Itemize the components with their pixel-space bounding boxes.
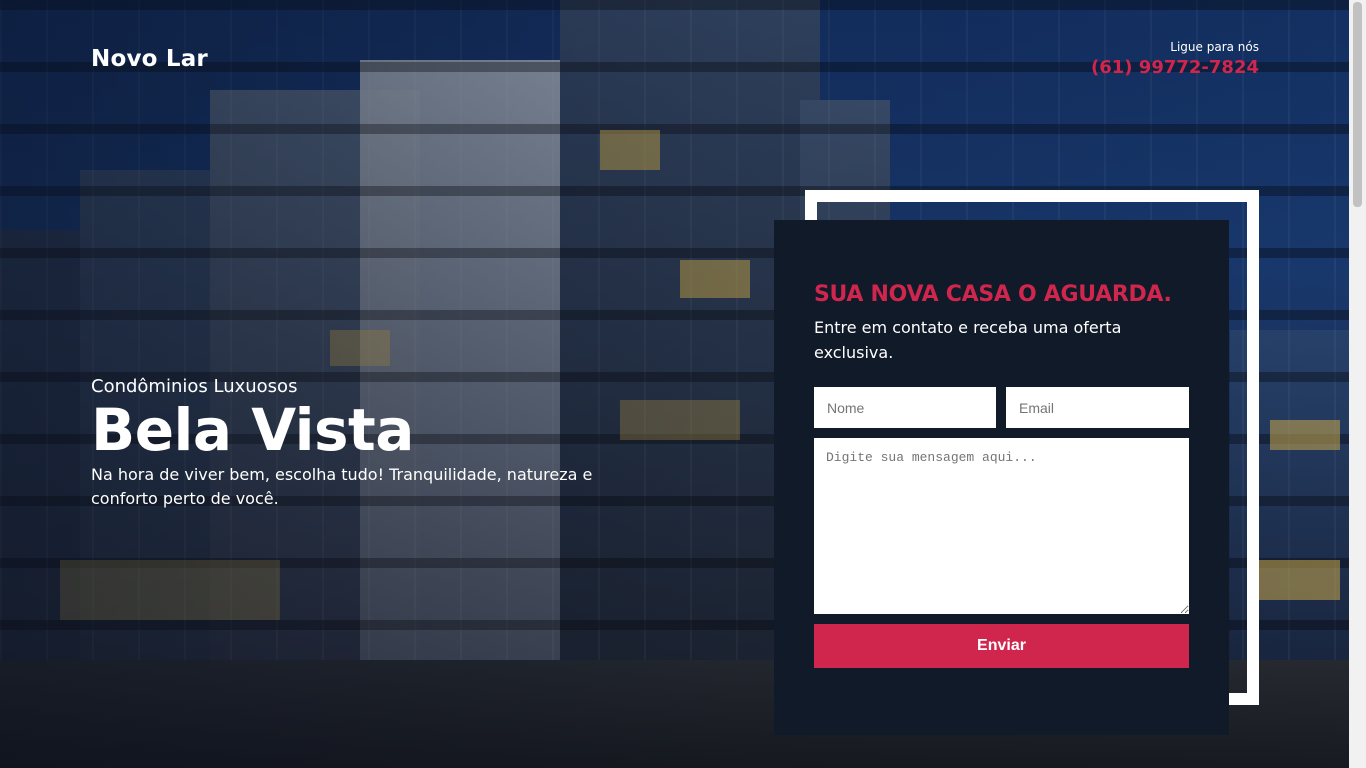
form-title: SUA NOVA CASA O AGUARDA. bbox=[814, 282, 1172, 307]
message-textarea[interactable] bbox=[814, 438, 1189, 614]
email-input[interactable] bbox=[1006, 387, 1189, 428]
phone-number-link[interactable]: (61) 99772-7824 bbox=[1091, 57, 1259, 78]
site-logo[interactable]: Novo Lar bbox=[91, 46, 208, 72]
call-contact: Ligue para nós (61) 99772-7824 bbox=[1091, 40, 1259, 78]
hero-title: Bela Vista bbox=[91, 396, 414, 464]
form-subtitle: Entre em contato e receba uma oferta exc… bbox=[814, 318, 1122, 362]
contact-form-card: SUA NOVA CASA O AGUARDA. Entre em contat… bbox=[774, 220, 1229, 735]
hero-kicker: Condôminios Luxuosos bbox=[91, 376, 298, 397]
name-input[interactable] bbox=[814, 387, 996, 428]
form-row bbox=[814, 387, 1189, 428]
call-label: Ligue para nós bbox=[1170, 40, 1259, 54]
submit-button[interactable]: Enviar bbox=[814, 624, 1189, 668]
hero-section: Condôminios Luxuosos Bela Vista Na hora … bbox=[91, 376, 611, 511]
scrollbar-thumb[interactable] bbox=[1353, 2, 1362, 207]
page-scrollbar[interactable] bbox=[1349, 0, 1366, 768]
hero-description: Na hora de viver bem, escolha tudo! Tran… bbox=[91, 465, 593, 508]
